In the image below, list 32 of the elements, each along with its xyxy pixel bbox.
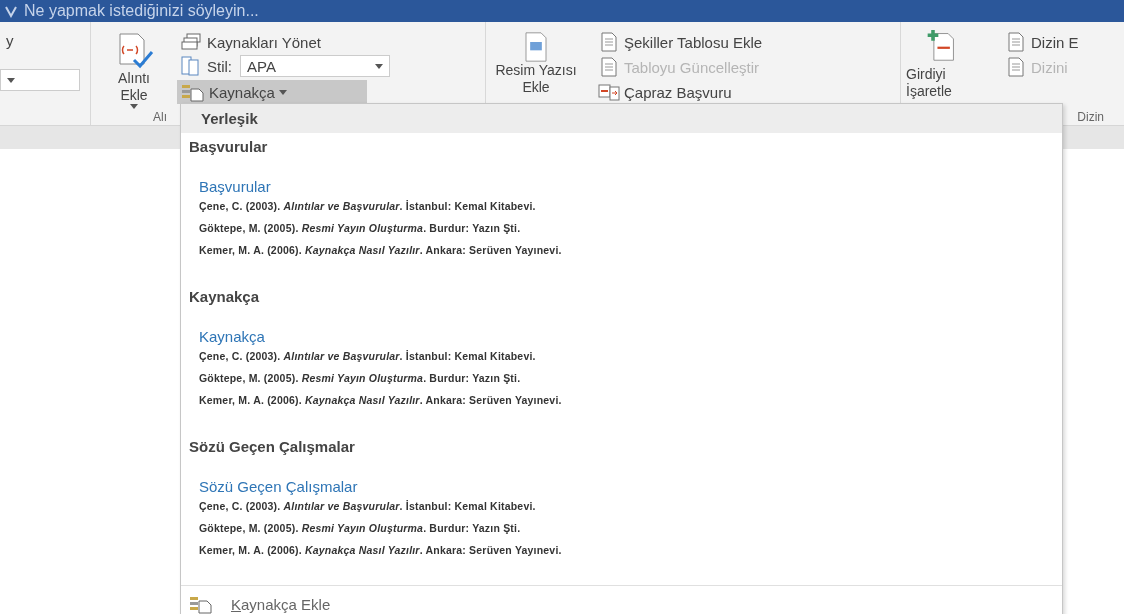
ribbon-command[interactable]: Şekiller Tablosu Ekle	[594, 30, 767, 54]
insert-bibliography-button[interactable]: Kaynakça Ekle	[229, 593, 333, 614]
dropdown-field[interactable]	[0, 69, 80, 91]
caret-icon	[7, 77, 15, 83]
caret-icon	[375, 63, 383, 69]
section-heading: Kaynakça	[188, 287, 261, 307]
section-heading: Sözü Geçen Çalışmalar	[188, 437, 356, 457]
sources-icon	[181, 33, 203, 51]
style-dropdown[interactable]: APA	[240, 55, 390, 77]
manage-sources-button[interactable]: Kaynakları Yönet	[177, 30, 390, 54]
mark-entry-button[interactable]: Girdiyi İşaretle	[901, 28, 981, 100]
ribbon-command[interactable]: Çapraz Başvuru	[594, 80, 767, 104]
menu-header: Yerleşik	[181, 104, 1062, 133]
gallery-item[interactable]: Sözü Geçen Çalışmalar Çene, C. (2003). Alıntılar ve Başvurular. İstanbul: Kemal Kitabevi. Göktepe, M. (2005). Resmi Yayın Oluşturma. Burdur: Yazın Şti. Kemer, M. A. (2006). Kaynakça Nasıl Yazılır. Ankara: Serüven Yayınevi.	[189, 475, 1054, 565]
insert-caption-button[interactable]: Resim Yazısı Ekle	[486, 28, 586, 96]
group-label: Dizin	[1076, 109, 1105, 125]
ribbon-label: y	[5, 32, 15, 49]
bibliography-button[interactable]: Kaynakça	[177, 80, 367, 104]
gallery-item[interactable]: Kaynakça Çene, C. (2003). Alıntılar ve Başvurular. İstanbul: Kemal Kitabevi. Göktepe, M. (2005). Resmi Yayın Oluşturma. Burdur: Yazın Şti. Kemer, M. A. (2006). Kaynakça Nasıl Yazılır. Ankara: Serüven Yayınevi.	[189, 325, 1054, 415]
ribbon-command[interactable]: Dizin E	[1001, 30, 1083, 54]
section-heading: Başvurular	[188, 137, 269, 157]
group-label: Alı	[153, 110, 167, 124]
document-icon	[598, 31, 620, 53]
document-icon	[1005, 31, 1027, 53]
cross-reference-icon	[598, 81, 620, 103]
style-label: Stil:	[207, 57, 232, 75]
gallery-item[interactable]: Başvurular Çene, C. (2003). Alıntılar ve Başvurular. İstanbul: Kemal Kitabevi. Göktepe, M. (2005). Resmi Yayın Oluşturma. Burdur: Yazın Şti. Kemer, M. A. (2006). Kaynakça Nasıl Yazılır. Ankara: Serüven Yayınevi.	[189, 175, 1054, 265]
tell-me-search[interactable]: Ne yapmak istediğinizi söyleyin...	[24, 2, 259, 20]
caret-icon	[130, 104, 138, 109]
caret-icon	[278, 89, 287, 95]
caption-icon	[523, 32, 549, 62]
insert-citation-button[interactable]: Alıntı Ekle	[91, 28, 177, 109]
